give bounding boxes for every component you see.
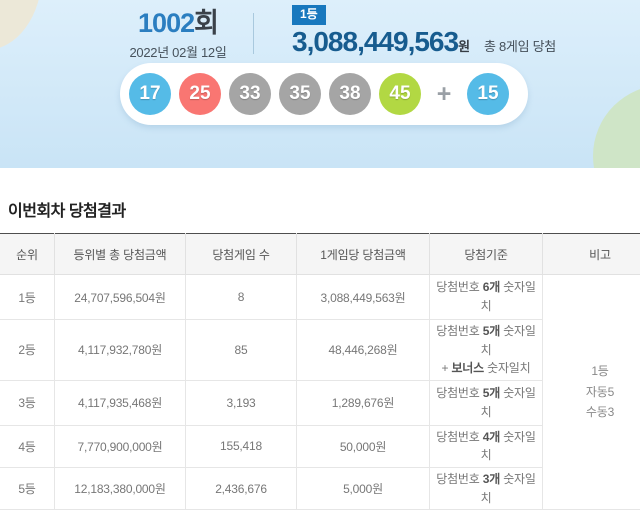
cell-criteria: 당첨번호 6개 숫자일치 [430,275,543,320]
cell-games: 8 [186,275,297,320]
criteria-count: 5개 [483,324,500,338]
note-line: 수동3 [545,402,640,422]
criteria-prefix: 당첨번호 [436,324,483,338]
decorative-circle-green [593,85,640,168]
decorative-circle-cream [0,0,42,50]
cell-total: 4,117,935,468원 [55,380,186,425]
cell-criteria: 당첨번호 5개 숫자일치 + 보너스 숫자일치 [430,320,543,381]
cell-rank: 1등 [0,275,55,320]
criteria-prefix: 당첨번호 [436,386,483,400]
round-number: 1002 [138,8,194,38]
prize-amount: 3,088,449,563 [292,26,458,57]
cell-total: 12,183,380,000원 [55,467,186,509]
cell-criteria: 당첨번호 4개 숫자일치 [430,425,543,467]
criteria-count: 4개 [483,430,500,444]
cell-criteria: 당첨번호 3개 숫자일치 [430,467,543,509]
plus-icon: + [429,80,459,109]
cell-per-game: 1,289,676원 [297,380,430,425]
bonus-ball: 15 [467,73,509,115]
criteria2-suffix: 숫자일치 [484,361,531,375]
criteria-count: 3개 [483,472,500,486]
col-header-total: 등위별 총 당첨금액 [55,234,186,275]
col-header-games: 당첨게임 수 [186,234,297,275]
note-line: 자동5 [545,382,640,402]
lotto-ball-6: 45 [379,73,421,115]
col-header-criteria: 당첨기준 [430,234,543,275]
cell-rank: 5등 [0,467,55,509]
cell-per-game: 5,000원 [297,467,430,509]
winning-numbers-panel: 17 25 33 35 38 45 + 15 [120,63,528,125]
col-header-per-game: 1게임당 당첨금액 [297,234,430,275]
cell-games: 85 [186,320,297,381]
cell-rank: 3등 [0,380,55,425]
criteria2-bonus: 보너스 [451,361,484,375]
cell-games: 2,436,676 [186,467,297,509]
lotto-ball-4: 35 [279,73,321,115]
round-title: 1002회 [95,9,261,39]
results-table: 순위 등위별 총 당첨금액 당첨게임 수 1게임당 당첨금액 당첨기준 비고 1… [0,233,640,510]
first-prize-summary: 1등 3,088,449,563원 총 8게임 당첨 [292,5,556,58]
criteria-prefix: 당첨번호 [436,430,483,444]
cell-per-game: 50,000원 [297,425,430,467]
cell-total: 4,117,932,780원 [55,320,186,381]
prize-line: 3,088,449,563원 총 8게임 당첨 [292,26,556,58]
section-title: 이번회차 당첨결과 [8,197,640,221]
note-line: 1등 [545,361,640,381]
lotto-ball-1: 17 [129,73,171,115]
criteria-prefix: 당첨번호 [436,280,483,294]
criteria2-prefix: + [442,361,452,375]
cell-per-game: 48,446,268원 [297,320,430,381]
cell-total: 24,707,596,504원 [55,275,186,320]
lotto-ball-2: 25 [179,73,221,115]
draw-round-block: 1002회 2022년 02월 12일 [95,9,261,61]
cell-games: 3,193 [186,380,297,425]
vertical-divider [253,13,254,54]
cell-games: 155,418 [186,425,297,467]
prize-unit: 원 [458,39,470,54]
round-number-suffix: 회 [194,8,218,38]
criteria-count: 5개 [483,386,500,400]
results-section: 이번회차 당첨결과 순위 등위별 총 당첨금액 당첨게임 수 1게임당 당첨금액… [0,197,640,510]
cell-total: 7,770,900,000원 [55,425,186,467]
table-header-row: 순위 등위별 총 당첨금액 당첨게임 수 1게임당 당첨금액 당첨기준 비고 [0,234,640,275]
draw-date: 2022년 02월 12일 [95,42,261,61]
cell-note: 1등 자동5 수동3 [543,275,640,510]
rank-badge: 1등 [292,5,326,25]
col-header-note: 비고 [543,234,640,275]
col-header-rank: 순위 [0,234,55,275]
draw-summary-hero: 1002회 2022년 02월 12일 1등 3,088,449,563원 총 8… [0,0,640,168]
cell-rank: 4등 [0,425,55,467]
cell-criteria: 당첨번호 5개 숫자일치 [430,380,543,425]
cell-per-game: 3,088,449,563원 [297,275,430,320]
criteria-count: 6개 [483,280,500,294]
total-games-label: 총 8게임 당첨 [484,39,556,54]
lotto-ball-5: 38 [329,73,371,115]
table-row-rank1: 1등 24,707,596,504원 8 3,088,449,563원 당첨번호… [0,275,640,320]
criteria-prefix: 당첨번호 [436,472,483,486]
lotto-ball-3: 33 [229,73,271,115]
cell-rank: 2등 [0,320,55,381]
